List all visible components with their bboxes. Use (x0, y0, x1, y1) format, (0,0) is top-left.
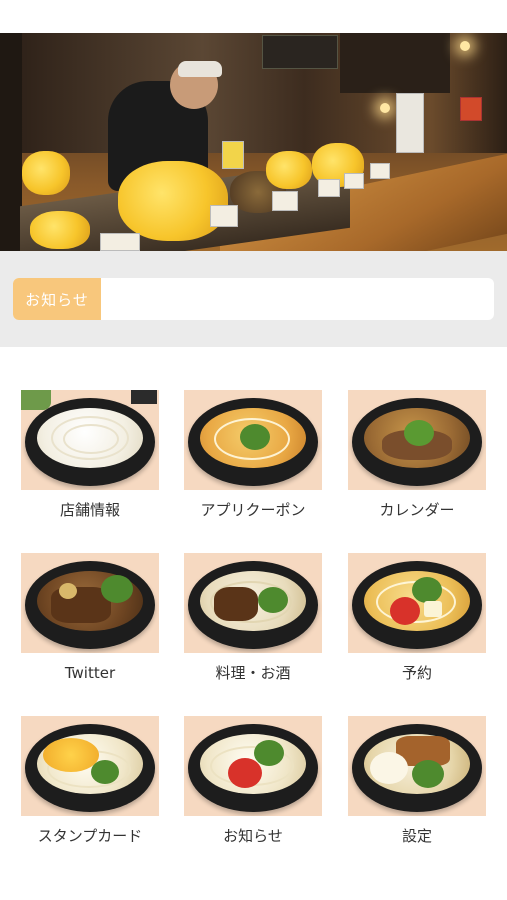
menu-item-label: 設定 (401, 827, 432, 845)
hero-price-tag (272, 191, 298, 211)
udon-photo-icon (184, 390, 322, 490)
menu-item-label: スタンプカード (37, 827, 143, 845)
hero-tempura (266, 151, 312, 189)
notice-bar[interactable]: お知らせ (13, 278, 494, 320)
hero-tempura (30, 211, 90, 249)
hero-shop-sign (262, 35, 338, 69)
hero-price-tag (318, 179, 340, 197)
status-bar (0, 0, 507, 33)
udon-photo-icon (348, 553, 486, 653)
hero-cook-hat (178, 61, 222, 77)
menu-item-label: 店舗情報 (59, 501, 120, 519)
hero-red-sign (460, 97, 482, 121)
menu-item-label: 料理・お酒 (215, 664, 291, 682)
hero-lamp (460, 41, 470, 51)
menu-item-store-info[interactable]: 店舗情報 (10, 390, 170, 520)
hero-price-tag (344, 173, 364, 189)
udon-photo-icon (348, 716, 486, 816)
menu-item-app-coupon[interactable]: アプリクーポン (173, 390, 333, 520)
udon-photo-icon (184, 716, 322, 816)
hero-tempura (118, 161, 228, 241)
notice-area: お知らせ (0, 251, 507, 347)
hero-lamp (380, 103, 390, 113)
menu-item-news[interactable]: お知らせ (173, 716, 333, 846)
udon-photo-icon (184, 553, 322, 653)
menu-item-label: カレンダー (379, 501, 455, 519)
hero-shelf (0, 33, 22, 251)
hero-image (0, 33, 507, 251)
hero-price-tag (370, 163, 390, 179)
udon-photo-icon (21, 716, 159, 816)
menu-grid: 店舗情報 アプリクーポン カレンダー Twitter 料理・お酒 予約 スタンプ… (0, 347, 507, 900)
menu-item-calendar[interactable]: カレンダー (337, 390, 497, 520)
menu-item-label: Twitter (64, 664, 116, 682)
hero-price-tag (210, 205, 238, 227)
menu-item-label: 予約 (401, 664, 432, 682)
hero-price-tag (222, 141, 244, 169)
menu-item-stamp-card[interactable]: スタンプカード (10, 716, 170, 846)
menu-item-twitter[interactable]: Twitter (10, 553, 170, 683)
udon-photo-icon (21, 553, 159, 653)
hero-tempura (22, 151, 70, 195)
menu-item-label: アプリクーポン (200, 501, 306, 519)
hero-menu-board (396, 93, 424, 153)
menu-item-food-drinks[interactable]: 料理・お酒 (173, 553, 333, 683)
notice-text (101, 278, 494, 320)
notice-label: お知らせ (13, 278, 101, 320)
udon-photo-icon (348, 390, 486, 490)
menu-item-settings[interactable]: 設定 (337, 716, 497, 846)
hero-price-tag (100, 233, 140, 251)
menu-item-reservation[interactable]: 予約 (337, 553, 497, 683)
udon-photo-icon (21, 390, 159, 490)
hero-shelf (340, 33, 450, 93)
menu-item-label: お知らせ (223, 827, 283, 845)
